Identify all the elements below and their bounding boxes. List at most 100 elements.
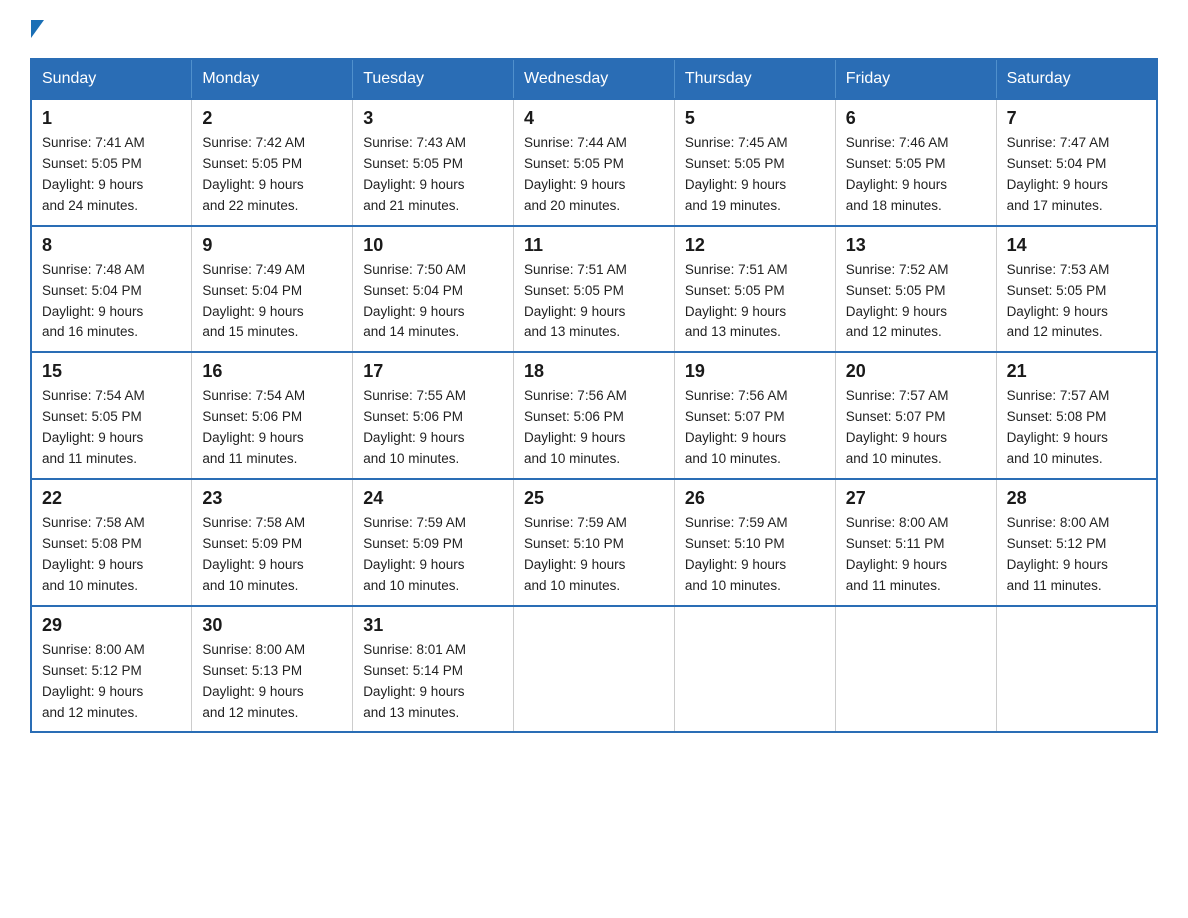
day-info: Sunrise: 7:52 AMSunset: 5:05 PMDaylight:…: [846, 260, 986, 344]
day-header-thursday: Thursday: [674, 59, 835, 99]
calendar-table: SundayMondayTuesdayWednesdayThursdayFrid…: [30, 58, 1158, 733]
week-row-1: 1 Sunrise: 7:41 AMSunset: 5:05 PMDaylight…: [31, 99, 1157, 226]
calendar-cell: 28 Sunrise: 8:00 AMSunset: 5:12 PMDayligh…: [996, 479, 1157, 606]
day-number: 21: [1007, 361, 1146, 382]
day-number: 30: [202, 615, 342, 636]
day-info: Sunrise: 8:00 AMSunset: 5:13 PMDaylight:…: [202, 640, 342, 724]
week-row-4: 22 Sunrise: 7:58 AMSunset: 5:08 PMDayligh…: [31, 479, 1157, 606]
day-info: Sunrise: 7:58 AMSunset: 5:09 PMDaylight:…: [202, 513, 342, 597]
calendar-cell: 19 Sunrise: 7:56 AMSunset: 5:07 PMDayligh…: [674, 352, 835, 479]
day-info: Sunrise: 7:57 AMSunset: 5:07 PMDaylight:…: [846, 386, 986, 470]
day-number: 2: [202, 108, 342, 129]
calendar-cell: 30 Sunrise: 8:00 AMSunset: 5:13 PMDayligh…: [192, 606, 353, 733]
logo-image: [30, 20, 44, 42]
day-number: 4: [524, 108, 664, 129]
day-header-row: SundayMondayTuesdayWednesdayThursdayFrid…: [31, 59, 1157, 99]
day-info: Sunrise: 8:00 AMSunset: 5:12 PMDaylight:…: [1007, 513, 1146, 597]
day-number: 6: [846, 108, 986, 129]
day-info: Sunrise: 7:42 AMSunset: 5:05 PMDaylight:…: [202, 133, 342, 217]
calendar-cell: [835, 606, 996, 733]
calendar-cell: 22 Sunrise: 7:58 AMSunset: 5:08 PMDayligh…: [31, 479, 192, 606]
day-number: 15: [42, 361, 181, 382]
calendar-header: SundayMondayTuesdayWednesdayThursdayFrid…: [31, 59, 1157, 99]
day-number: 3: [363, 108, 503, 129]
calendar-cell: [674, 606, 835, 733]
week-row-2: 8 Sunrise: 7:48 AMSunset: 5:04 PMDaylight…: [31, 226, 1157, 353]
day-info: Sunrise: 7:41 AMSunset: 5:05 PMDaylight:…: [42, 133, 181, 217]
day-number: 7: [1007, 108, 1146, 129]
calendar-cell: 21Sunrise: 7:57 AMSunset: 5:08 PMDayligh…: [996, 352, 1157, 479]
day-info: Sunrise: 7:56 AMSunset: 5:07 PMDaylight:…: [685, 386, 825, 470]
day-number: 23: [202, 488, 342, 509]
day-number: 25: [524, 488, 664, 509]
day-info: Sunrise: 7:48 AMSunset: 5:04 PMDaylight:…: [42, 260, 181, 344]
calendar-cell: 29Sunrise: 8:00 AMSunset: 5:12 PMDayligh…: [31, 606, 192, 733]
day-info: Sunrise: 7:56 AMSunset: 5:06 PMDaylight:…: [524, 386, 664, 470]
day-info: Sunrise: 7:46 AMSunset: 5:05 PMDaylight:…: [846, 133, 986, 217]
day-info: Sunrise: 7:53 AMSunset: 5:05 PMDaylight:…: [1007, 260, 1146, 344]
day-number: 19: [685, 361, 825, 382]
day-number: 22: [42, 488, 181, 509]
calendar-cell: 15 Sunrise: 7:54 AMSunset: 5:05 PMDayligh…: [31, 352, 192, 479]
day-header-monday: Monday: [192, 59, 353, 99]
calendar-cell: 14 Sunrise: 7:53 AMSunset: 5:05 PMDayligh…: [996, 226, 1157, 353]
calendar-cell: 17 Sunrise: 7:55 AMSunset: 5:06 PMDayligh…: [353, 352, 514, 479]
calendar-cell: [514, 606, 675, 733]
week-row-5: 29Sunrise: 8:00 AMSunset: 5:12 PMDayligh…: [31, 606, 1157, 733]
day-number: 27: [846, 488, 986, 509]
day-number: 12: [685, 235, 825, 256]
day-info: Sunrise: 7:49 AMSunset: 5:04 PMDaylight:…: [202, 260, 342, 344]
calendar-cell: 31 Sunrise: 8:01 AMSunset: 5:14 PMDayligh…: [353, 606, 514, 733]
calendar-cell: 1 Sunrise: 7:41 AMSunset: 5:05 PMDaylight…: [31, 99, 192, 226]
day-info: Sunrise: 7:59 AMSunset: 5:10 PMDaylight:…: [685, 513, 825, 597]
day-info: Sunrise: 7:59 AMSunset: 5:10 PMDaylight:…: [524, 513, 664, 597]
calendar-cell: 24 Sunrise: 7:59 AMSunset: 5:09 PMDayligh…: [353, 479, 514, 606]
day-header-wednesday: Wednesday: [514, 59, 675, 99]
day-number: 26: [685, 488, 825, 509]
day-number: 5: [685, 108, 825, 129]
day-header-tuesday: Tuesday: [353, 59, 514, 99]
day-number: 8: [42, 235, 181, 256]
logo-triangle-icon: [31, 20, 44, 38]
day-number: 17: [363, 361, 503, 382]
calendar-cell: 7Sunrise: 7:47 AMSunset: 5:04 PMDaylight…: [996, 99, 1157, 226]
day-number: 13: [846, 235, 986, 256]
day-number: 16: [202, 361, 342, 382]
day-header-sunday: Sunday: [31, 59, 192, 99]
day-number: 28: [1007, 488, 1146, 509]
day-info: Sunrise: 7:51 AMSunset: 5:05 PMDaylight:…: [685, 260, 825, 344]
calendar-cell: 23 Sunrise: 7:58 AMSunset: 5:09 PMDayligh…: [192, 479, 353, 606]
day-number: 29: [42, 615, 181, 636]
day-number: 14: [1007, 235, 1146, 256]
logo: [30, 20, 44, 40]
day-header-friday: Friday: [835, 59, 996, 99]
calendar-cell: 27Sunrise: 8:00 AMSunset: 5:11 PMDayligh…: [835, 479, 996, 606]
calendar-cell: 26 Sunrise: 7:59 AMSunset: 5:10 PMDayligh…: [674, 479, 835, 606]
page-header: [30, 20, 1158, 40]
day-info: Sunrise: 7:50 AMSunset: 5:04 PMDaylight:…: [363, 260, 503, 344]
calendar-cell: [996, 606, 1157, 733]
calendar-cell: 20Sunrise: 7:57 AMSunset: 5:07 PMDayligh…: [835, 352, 996, 479]
calendar-cell: 13 Sunrise: 7:52 AMSunset: 5:05 PMDayligh…: [835, 226, 996, 353]
day-info: Sunrise: 7:44 AMSunset: 5:05 PMDaylight:…: [524, 133, 664, 217]
day-info: Sunrise: 7:54 AMSunset: 5:06 PMDaylight:…: [202, 386, 342, 470]
day-number: 1: [42, 108, 181, 129]
day-number: 9: [202, 235, 342, 256]
day-info: Sunrise: 8:01 AMSunset: 5:14 PMDaylight:…: [363, 640, 503, 724]
day-info: Sunrise: 7:54 AMSunset: 5:05 PMDaylight:…: [42, 386, 181, 470]
day-info: Sunrise: 7:58 AMSunset: 5:08 PMDaylight:…: [42, 513, 181, 597]
day-number: 11: [524, 235, 664, 256]
calendar-cell: 8 Sunrise: 7:48 AMSunset: 5:04 PMDaylight…: [31, 226, 192, 353]
calendar-cell: 9 Sunrise: 7:49 AMSunset: 5:04 PMDaylight…: [192, 226, 353, 353]
day-number: 24: [363, 488, 503, 509]
calendar-cell: 10Sunrise: 7:50 AMSunset: 5:04 PMDayligh…: [353, 226, 514, 353]
calendar-cell: 3 Sunrise: 7:43 AMSunset: 5:05 PMDaylight…: [353, 99, 514, 226]
calendar-cell: 25 Sunrise: 7:59 AMSunset: 5:10 PMDayligh…: [514, 479, 675, 606]
calendar-cell: 18Sunrise: 7:56 AMSunset: 5:06 PMDayligh…: [514, 352, 675, 479]
calendar-cell: 12 Sunrise: 7:51 AMSunset: 5:05 PMDayligh…: [674, 226, 835, 353]
calendar-cell: 2 Sunrise: 7:42 AMSunset: 5:05 PMDaylight…: [192, 99, 353, 226]
day-info: Sunrise: 7:59 AMSunset: 5:09 PMDaylight:…: [363, 513, 503, 597]
day-number: 31: [363, 615, 503, 636]
day-info: Sunrise: 7:55 AMSunset: 5:06 PMDaylight:…: [363, 386, 503, 470]
day-info: Sunrise: 7:43 AMSunset: 5:05 PMDaylight:…: [363, 133, 503, 217]
